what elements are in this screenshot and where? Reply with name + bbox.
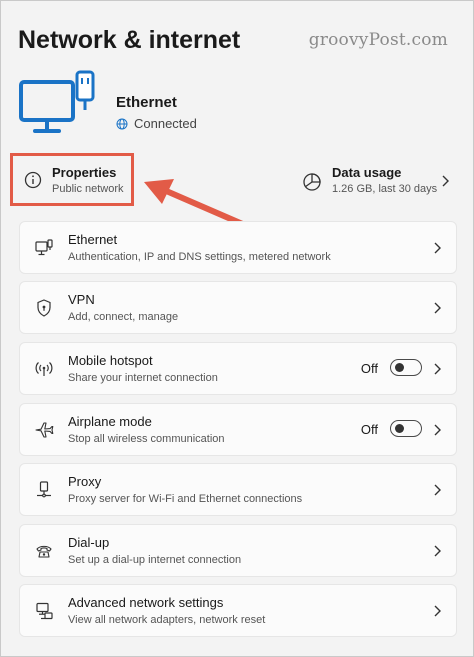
pie-chart-icon [303, 173, 321, 191]
properties-button[interactable]: Properties [52, 165, 116, 180]
data-usage-subtitle: 1.26 GB, last 30 days [332, 183, 438, 195]
toggle-knob [395, 363, 404, 372]
settings-card-subtitle: Authentication, IP and DNS settings, met… [68, 251, 331, 263]
settings-card-subtitle: Add, connect, manage [68, 311, 179, 323]
chevron-right-icon [434, 242, 441, 254]
settings-card-title: VPN [68, 292, 95, 307]
settings-card-subtitle: Share your internet connection [68, 372, 218, 384]
settings-card-title: Mobile hotspot [68, 353, 153, 368]
chevron-right-icon [434, 363, 441, 375]
settings-card-subtitle: Stop all wireless communication [68, 433, 225, 445]
watermark: groovyPost.com [308, 30, 448, 50]
settings-card-mobile-hotspot[interactable]: Mobile hotspot Share your internet conne… [19, 342, 457, 395]
chevron-right-icon [434, 605, 441, 617]
settings-card-dial-up[interactable]: Dial-up Set up a dial-up internet connec… [19, 524, 457, 577]
settings-card-advanced-network[interactable]: Advanced network settings View all netwo… [19, 584, 457, 637]
toggle-state-label: Off [360, 422, 378, 437]
settings-card-ethernet[interactable]: Ethernet Authentication, IP and DNS sett… [19, 221, 457, 274]
settings-card-proxy[interactable]: Proxy Proxy server for Wi-Fi and Etherne… [19, 463, 457, 516]
dialup-icon [36, 545, 52, 558]
ethernet-icon [35, 239, 53, 256]
settings-card-vpn[interactable]: VPN Add, connect, manage [19, 281, 457, 334]
connection-status: Connected [116, 116, 197, 131]
settings-card-subtitle: Proxy server for Wi-Fi and Ethernet conn… [68, 493, 303, 505]
chevron-right-icon [434, 545, 441, 557]
advanced-network-icon [36, 602, 53, 620]
settings-card-title: Airplane mode [68, 414, 152, 429]
ethernet-monitor-icon [19, 70, 95, 133]
chevron-right-icon [434, 424, 441, 436]
airplane-icon [35, 422, 54, 438]
hotspot-icon [35, 362, 53, 376]
mobile-hotspot-toggle[interactable] [390, 359, 422, 376]
settings-card-title: Proxy [68, 474, 102, 489]
settings-card-title: Ethernet [68, 232, 118, 247]
settings-card-airplane-mode[interactable]: Airplane mode Stop all wireless communic… [19, 403, 457, 456]
toggle-state-label: Off [360, 361, 378, 376]
settings-card-title: Dial-up [68, 535, 110, 550]
connection-name: Ethernet [116, 94, 177, 111]
chevron-right-icon [434, 302, 441, 314]
page-title: Network & internet [18, 26, 241, 54]
globe-icon [116, 118, 128, 129]
toggle-knob [395, 424, 404, 433]
settings-card-subtitle: Set up a dial-up internet connection [68, 554, 242, 566]
settings-card-title: Advanced network settings [68, 595, 224, 610]
properties-subtitle: Public network [52, 183, 124, 195]
airplane-mode-toggle[interactable] [390, 420, 422, 437]
data-usage-button[interactable]: Data usage [332, 165, 401, 180]
settings-card-subtitle: View all network adapters, network reset [68, 614, 266, 626]
chevron-right-icon[interactable] [440, 174, 450, 188]
proxy-icon [37, 481, 51, 498]
chevron-right-icon [434, 484, 441, 496]
info-icon [24, 171, 42, 189]
connection-status-text: Connected [134, 116, 197, 131]
shield-icon [37, 299, 51, 317]
